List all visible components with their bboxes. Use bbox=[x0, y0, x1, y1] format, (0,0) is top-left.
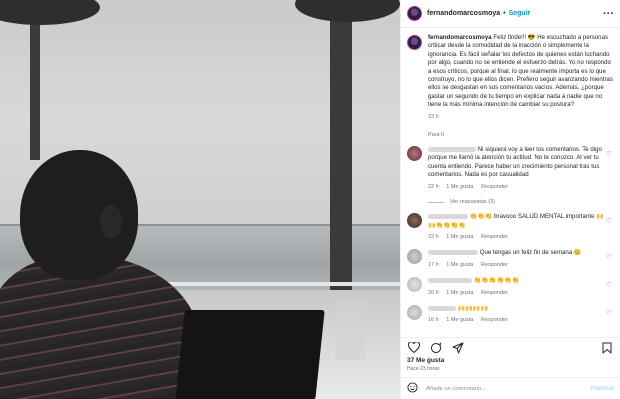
emoji-smiley-icon[interactable] bbox=[407, 382, 418, 395]
more-horizontal-icon[interactable]: ··· bbox=[603, 8, 614, 20]
post-caption: fernandomarcosmoya Feliz finde!!! 😎 He e… bbox=[407, 34, 614, 121]
commenter-username-blurred[interactable] bbox=[428, 278, 472, 284]
terrace-railing bbox=[150, 282, 400, 286]
comment-item: 👏👏👏 bravooo SALUD MENTAL importante 🙌🙌👏👏… bbox=[407, 213, 614, 241]
comment-emoji-prefix: 👏👏👏 bbox=[469, 213, 493, 221]
likes-count[interactable]: 37 Me gusta bbox=[401, 357, 620, 364]
comment-text: Que tengas un feliz fin de semana 😊 bbox=[479, 249, 582, 257]
like-heart-icon[interactable]: ♡ bbox=[606, 309, 612, 317]
comment-emoji: 👏👏👏👏👏👏 bbox=[473, 277, 520, 285]
comment-input[interactable] bbox=[426, 385, 591, 392]
commenter-username-blurred[interactable] bbox=[428, 305, 456, 311]
commenter-avatar[interactable] bbox=[407, 249, 422, 265]
reply-button[interactable]: Responder bbox=[481, 234, 508, 240]
follow-button[interactable]: Seguir bbox=[509, 10, 531, 17]
caption-time: 23 h bbox=[428, 113, 439, 120]
comment-time: 16 h bbox=[428, 317, 439, 324]
comments-scroll-area[interactable]: fernandomarcosmoya Feliz finde!!! 😎 He e… bbox=[401, 28, 620, 337]
like-heart-icon[interactable]: ♡ bbox=[606, 281, 612, 289]
reply-button[interactable]: Responder bbox=[481, 262, 508, 268]
person-ear bbox=[100, 205, 122, 239]
like-heart-icon[interactable]: ♡ bbox=[606, 217, 612, 225]
commenter-avatar[interactable] bbox=[407, 213, 422, 229]
caption-text: Feliz finde!!! 😎 He escuchado a personas… bbox=[428, 34, 613, 109]
bookmark-icon[interactable] bbox=[600, 341, 614, 355]
add-comment-bar: Publicar bbox=[401, 377, 620, 399]
comment-likes[interactable]: 1 Me gusta bbox=[446, 262, 473, 268]
commenter-username-blurred[interactable] bbox=[428, 213, 468, 219]
comment-likes[interactable]: 1 Me gusta bbox=[446, 317, 473, 323]
comment-likes[interactable]: 1 Me gusta bbox=[446, 234, 473, 240]
separator-dot: • bbox=[503, 10, 506, 17]
comment-item: Ni siquiera voy a leer los comentarios. … bbox=[407, 146, 614, 191]
commenter-avatar[interactable] bbox=[407, 304, 422, 320]
like-heart-icon[interactable]: ♡ bbox=[606, 150, 612, 158]
commenter-username-blurred[interactable] bbox=[428, 146, 476, 152]
comment-likes[interactable]: 1 Me gusta bbox=[446, 290, 473, 296]
publish-button[interactable]: Publicar bbox=[590, 386, 614, 392]
post-age: Hace 23 horas bbox=[407, 366, 440, 372]
caption-avatar[interactable] bbox=[407, 35, 422, 50]
view-replies[interactable]: Ver respuestas (3) bbox=[428, 199, 614, 205]
post-actions bbox=[401, 337, 620, 357]
commenter-avatar[interactable] bbox=[407, 277, 422, 293]
author-avatar[interactable] bbox=[407, 6, 422, 21]
comment-time: 17 h bbox=[428, 261, 439, 268]
post-photo[interactable] bbox=[0, 0, 400, 399]
commenter-username-blurred[interactable] bbox=[428, 250, 478, 256]
comment-item: 🙌🙌🙌🙌 16 h 1 Me gusta Responder ♡ bbox=[407, 304, 614, 325]
heart-icon[interactable] bbox=[407, 341, 421, 355]
share-icon[interactable] bbox=[451, 341, 465, 355]
comment-text: bravooo SALUD MENTAL importante bbox=[494, 213, 595, 221]
comment-item: Que tengas un feliz fin de semana 😊 17 h… bbox=[407, 249, 614, 269]
palm-fronds-right bbox=[295, 0, 400, 22]
translate-link[interactable]: Para ti bbox=[428, 132, 614, 138]
reply-button[interactable]: Responder bbox=[481, 290, 508, 296]
laptop bbox=[175, 310, 325, 399]
comment-time: 22 h bbox=[428, 183, 439, 190]
reply-button[interactable]: Responder bbox=[481, 317, 508, 323]
replies-line bbox=[428, 201, 444, 203]
commenter-avatar[interactable] bbox=[407, 146, 422, 162]
post-header: fernandomarcosmoya • Seguir ··· bbox=[401, 0, 620, 28]
comment-time: 20 h bbox=[428, 289, 439, 296]
reply-button[interactable]: Responder bbox=[481, 184, 508, 190]
comment-time: 22 h bbox=[428, 233, 439, 240]
window-glare bbox=[335, 300, 365, 360]
post-side-panel: fernandomarcosmoya • Seguir ··· fernando… bbox=[400, 0, 620, 399]
author-username[interactable]: fernandomarcosmoya bbox=[427, 10, 500, 17]
comment-likes[interactable]: 1 Me gusta bbox=[446, 184, 473, 190]
comment-emoji: 🙌🙌🙌🙌 bbox=[457, 304, 489, 312]
comment-item: 👏👏👏👏👏👏 20 h 1 Me gusta Responder ♡ bbox=[407, 277, 614, 297]
comment-icon[interactable] bbox=[429, 341, 443, 355]
view-replies-label[interactable]: Ver respuestas (3) bbox=[450, 199, 495, 205]
palm-fronds-left bbox=[0, 0, 100, 25]
like-heart-icon[interactable]: ♡ bbox=[606, 253, 612, 261]
caption-username[interactable]: fernandomarcosmoya bbox=[428, 34, 492, 41]
